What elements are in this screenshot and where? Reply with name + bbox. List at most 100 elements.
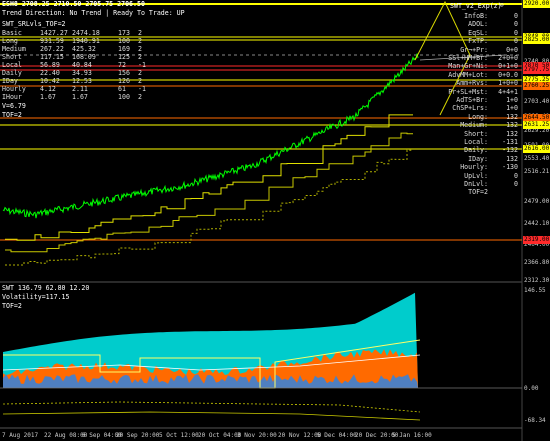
time-axis-label: 20 Sep 20:00: [116, 432, 160, 439]
info-value: 132: [506, 112, 518, 121]
info-key: AdTS+Br:: [456, 96, 488, 104]
levels-cell: 2: [138, 53, 142, 61]
levels-cell: 931.59: [40, 37, 64, 45]
levels-cell: IDay: [2, 77, 18, 85]
levels-cell: 61: [118, 85, 126, 93]
info-key: Man+Gr+Ni:: [448, 62, 488, 71]
levels-cell: 173: [118, 29, 130, 37]
info-value: 4+4+1: [498, 87, 518, 96]
levels-cell: 168.09: [72, 53, 96, 61]
levels-cell: 169: [118, 45, 130, 53]
price-axis-label: 2442.10: [524, 220, 550, 227]
trading-terminal-window: ESH8 2708.25 2710.50 2705.75 2706.50 Tre…: [0, 0, 550, 441]
levels-cell: 100: [118, 93, 130, 101]
trail-line-upper: [5, 114, 413, 241]
trend-direction-line: Trend Direction: No Trend | Ready To Tra…: [2, 9, 185, 17]
time-axis-label: 3 Nov 20:00: [237, 432, 277, 439]
info-key: Daily:: [464, 146, 488, 155]
time-axis-label: 20 Nov 12:00: [278, 432, 322, 439]
levels-cell: -1: [138, 85, 146, 93]
levels-cell: -1: [138, 61, 146, 69]
info-value: 0: [514, 180, 518, 188]
info-key: InfoB:: [464, 12, 488, 20]
levels-cell: 156: [118, 69, 130, 77]
info-key: TOF=2: [468, 188, 488, 197]
info-key: DnLvl:: [464, 180, 488, 188]
sub-indicator-label: SWT 136.79 62.80 12.20: [2, 284, 90, 292]
info-key: Pr+SL+Mst:: [448, 87, 488, 96]
info-value: -130: [502, 163, 518, 172]
price-axis-label: 2516.21: [524, 168, 550, 175]
levels-cell: 2: [138, 93, 142, 101]
info-value: 0: [514, 20, 518, 29]
info-value: 0+0: [506, 45, 518, 54]
levels-cell: 117.15: [40, 53, 64, 61]
levels-cell: 100: [118, 37, 130, 45]
levels-cell: 2: [138, 45, 142, 53]
expert-label: SWT_v2_Exp(z): [450, 2, 502, 10]
info-key: ADOL:: [468, 20, 488, 29]
info-key: Gr¬+Pr:: [460, 45, 488, 54]
info-key: Local:: [464, 138, 488, 146]
price-tag: 2797.75: [523, 66, 550, 74]
info-value: 132: [506, 154, 518, 163]
levels-cell: Long: [2, 37, 18, 45]
price-tag: 2920.00: [523, 0, 550, 8]
time-axis-label: 20 Oct 04:00: [198, 432, 242, 439]
levels-cell: Medium: [2, 45, 26, 53]
levels-cell: 22.40: [40, 69, 60, 77]
info-key: ChSP+Lrs:: [452, 104, 488, 113]
sub-lower-dotted-1: [2, 401, 421, 413]
price-tag: 2631.25: [523, 121, 550, 129]
time-axis-label: 5 Jan 16:00: [392, 432, 432, 439]
time-axis-label: 7 Aug 2017: [2, 432, 39, 439]
levels-cell: 1.67: [72, 93, 88, 101]
info-key: Short:: [464, 129, 488, 138]
levels-cell: 1427.27: [40, 29, 68, 37]
sub-axis-top: 146.55: [524, 287, 546, 294]
levels-cell: 72: [118, 61, 126, 69]
levels-cell: 2: [138, 29, 142, 37]
price-axis-label: 2312.30: [524, 277, 550, 284]
info-value: 0: [514, 37, 518, 46]
levels-cell: 2: [138, 77, 142, 85]
info-value: 132: [506, 121, 518, 130]
levels-cell: 1940.91: [72, 37, 100, 45]
levels-cell: Daily: [2, 69, 22, 77]
levels-cell: 2: [138, 69, 142, 77]
levels-cell: 10.42: [40, 77, 60, 85]
price-axis-label: 2366.80: [524, 259, 550, 266]
time-axis-label: 22 Aug 08:00: [44, 432, 88, 439]
time-axis-label: 5 Dec 04:00: [317, 432, 357, 439]
price-tag: 2616.00: [523, 145, 550, 153]
levels-cell: Basic: [2, 29, 22, 37]
levels-cell: 126: [118, 77, 130, 85]
levels-cell: Local: [2, 61, 22, 69]
symbol-quote-line: ESH8 2708.25 2710.50 2705.75 2706.50: [2, 0, 145, 8]
v-value: V=6.79: [2, 102, 26, 110]
levels-cell: 4.12: [40, 85, 56, 93]
price-axis-label: 2703.40: [524, 98, 550, 105]
price-axis-label: 2479.00: [524, 198, 550, 205]
info-key: UpLvl:: [464, 171, 488, 180]
levels-cell: 40.84: [72, 61, 92, 69]
info-value: 1+0: [506, 96, 518, 104]
price-tag: 2319.00: [523, 236, 550, 244]
info-key: FxTP:: [468, 37, 488, 46]
price-axis-label: 2553.40: [524, 155, 550, 162]
levels-cell: 2.11: [72, 85, 88, 93]
time-axis-label: 5 Oct 12:00: [159, 432, 199, 439]
tof-value: TOF=2: [2, 111, 22, 119]
sub-tof-label: TOF=2: [2, 302, 22, 310]
info-value: 0: [514, 171, 518, 180]
info-value: -131: [502, 138, 518, 146]
levels-cell: 56.89: [40, 61, 60, 69]
info-key: IDay:: [468, 154, 488, 163]
info-value: 0: [514, 28, 518, 37]
levels-cell: 125: [118, 53, 130, 61]
info-value: 1+0: [506, 104, 518, 113]
info-key: Medium:: [460, 121, 488, 130]
info-value: 2+0+0: [498, 54, 518, 62]
info-key: Amm+Rvs:: [456, 79, 488, 88]
levels-cell: 267.22: [40, 45, 64, 53]
